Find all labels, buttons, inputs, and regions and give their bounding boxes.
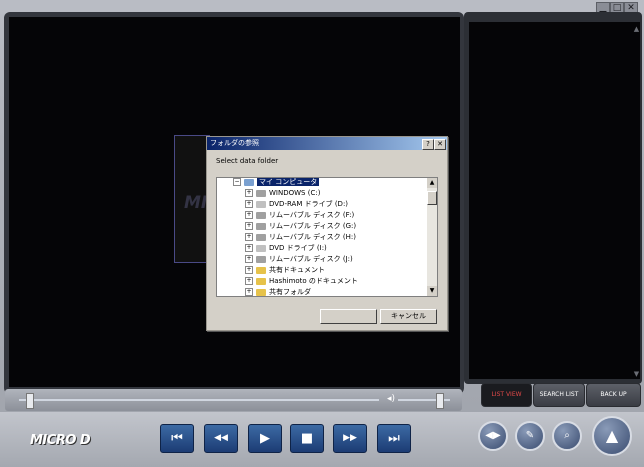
seek-track[interactable]: [19, 399, 379, 401]
splash-logo-text: MI: [184, 193, 208, 213]
tree-item-label: 共有ドキュメント: [269, 266, 325, 274]
cancel-button[interactable]: キャンセル: [380, 309, 437, 324]
scroll-down-icon[interactable]: ▼: [427, 286, 437, 296]
expand-icon[interactable]: +: [245, 189, 253, 197]
ok-button[interactable]: [320, 309, 377, 324]
tree-item-label: DVD ドライブ (I:): [269, 244, 327, 252]
tree-item[interactable]: + リムーバブル ディスク (G:): [245, 221, 356, 232]
frame-step-button[interactable]: ◀▶: [478, 421, 508, 451]
tree-item-label: リムーバブル ディスク (F:): [269, 211, 355, 219]
rewind-button[interactable]: ◀◀: [204, 424, 238, 453]
dialog-help-button[interactable]: ?: [422, 139, 434, 150]
skip-to-end-button[interactable]: ⏭: [377, 424, 411, 453]
dialog-prompt: Select data folder: [216, 157, 279, 165]
folder-tree[interactable]: − マイ コンピュータ + WINDOWS (C:) + DVD-RAM ドライブ (D:…: [216, 177, 438, 297]
list-scroll-down-icon[interactable]: ▼: [633, 370, 640, 378]
drive-icon: [256, 233, 266, 241]
tree-item[interactable]: + DVD ドライブ (I:): [245, 243, 327, 254]
tree-item[interactable]: + リムーバブル ディスク (J:): [245, 254, 353, 265]
collapse-icon[interactable]: −: [233, 178, 241, 186]
tree-item[interactable]: + 共有フォルダ: [245, 287, 311, 296]
folder-browse-dialog: フォルダの参照 ? ✕ Select data folder − マイ コンピュー…: [206, 136, 448, 331]
tree-item[interactable]: + 共有ドキュメント: [245, 265, 325, 276]
scroll-thumb[interactable]: [427, 191, 437, 205]
volume-thumb[interactable]: [436, 393, 445, 409]
computer-icon: [244, 178, 254, 186]
folder-icon: [256, 277, 266, 285]
stop-button[interactable]: ■: [290, 424, 324, 453]
drive-icon: [256, 211, 266, 219]
tree-item-label: Hashimoto のドキュメント: [269, 277, 358, 285]
zoom-button[interactable]: ⌕: [552, 421, 582, 451]
tools-button[interactable]: ✎: [515, 421, 545, 451]
skip-to-start-button[interactable]: ⏮: [160, 424, 194, 453]
seek-bar: ◂): [5, 389, 462, 411]
dialog-title: フォルダの参照: [210, 139, 259, 147]
dialog-titlebar: フォルダの参照 ? ✕: [207, 137, 447, 150]
fast-forward-button[interactable]: ▶▶: [333, 424, 367, 453]
drive-icon: [256, 222, 266, 230]
volume-icon: ◂): [387, 394, 396, 404]
expand-icon[interactable]: +: [245, 255, 253, 263]
tree-scrollbar[interactable]: ▲ ▼: [427, 178, 437, 296]
tree-item-label: DVD-RAM ドライブ (D:): [269, 200, 349, 208]
tree-item-label: リムーバブル ディスク (G:): [269, 222, 357, 230]
cd-icon: [256, 244, 266, 252]
dialog-close-button[interactable]: ✕: [434, 139, 446, 150]
tree-item-label: WINDOWS (C:): [269, 189, 321, 197]
tree-item[interactable]: + リムーバブル ディスク (F:): [245, 210, 354, 221]
tab-list-view[interactable]: LIST VIEW: [481, 383, 532, 407]
cd-icon: [256, 200, 266, 208]
tree-item-label: マイ コンピュータ: [257, 178, 320, 186]
list-scroll-up-icon[interactable]: ▲: [633, 25, 640, 33]
tab-search-list[interactable]: SEARCH LIST: [533, 383, 585, 407]
expand-icon[interactable]: +: [245, 211, 253, 219]
tree-item-label: リムーバブル ディスク (J:): [269, 255, 353, 263]
expand-icon[interactable]: +: [245, 233, 253, 241]
tab-back-up[interactable]: BACK UP: [586, 383, 641, 407]
tree-item[interactable]: + リムーバブル ディスク (H:): [245, 232, 356, 243]
tree-item-label: 共有フォルダ: [269, 288, 311, 296]
expand-icon[interactable]: +: [245, 222, 253, 230]
scroll-up-icon[interactable]: ▲: [427, 178, 437, 188]
expand-icon[interactable]: +: [245, 200, 253, 208]
expand-icon[interactable]: +: [245, 277, 253, 285]
list-panel[interactable]: [469, 22, 640, 379]
play-button[interactable]: ▶: [248, 424, 282, 453]
folder-icon: [256, 266, 266, 274]
tree-item[interactable]: + Hashimoto のドキュメント: [245, 276, 358, 287]
eject-button[interactable]: ▲: [592, 416, 632, 456]
seek-thumb[interactable]: [26, 393, 35, 409]
tree-item-label: リムーバブル ディスク (H:): [269, 233, 356, 241]
brand-logo: MICRO D: [30, 433, 91, 448]
drive-icon: [256, 255, 266, 263]
tree-item[interactable]: + WINDOWS (C:): [245, 188, 320, 199]
tree-item[interactable]: − マイ コンピュータ: [233, 178, 320, 188]
expand-icon[interactable]: +: [245, 266, 253, 274]
folder-icon: [256, 288, 266, 296]
expand-icon[interactable]: +: [245, 244, 253, 252]
drive-icon: [256, 189, 266, 197]
expand-icon[interactable]: +: [245, 288, 253, 296]
tree-item[interactable]: + DVD-RAM ドライブ (D:): [245, 199, 348, 210]
